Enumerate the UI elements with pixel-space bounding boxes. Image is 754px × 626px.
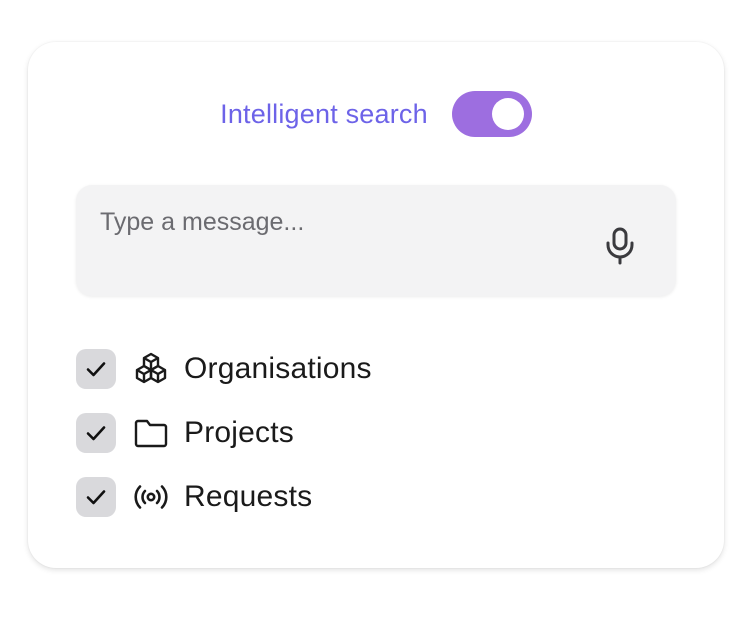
requests-checkbox[interactable] bbox=[76, 477, 116, 517]
projects-checkbox[interactable] bbox=[76, 413, 116, 453]
microphone-button[interactable] bbox=[600, 225, 640, 267]
microphone-icon bbox=[606, 227, 634, 265]
search-card: Intelligent search Type a message... Org… bbox=[28, 42, 724, 568]
requests-label: Requests bbox=[184, 480, 313, 513]
filter-list: Organisations Projects Requests bbox=[76, 349, 676, 541]
intelligent-search-row: Intelligent search bbox=[28, 90, 724, 138]
message-input[interactable] bbox=[100, 205, 580, 239]
filter-requests: Requests bbox=[76, 477, 676, 517]
message-box bbox=[76, 185, 676, 296]
check-icon bbox=[86, 490, 106, 505]
filter-projects: Projects bbox=[76, 413, 676, 453]
organisations-label: Organisations bbox=[184, 352, 372, 385]
folder-icon bbox=[132, 414, 170, 452]
toggle-knob bbox=[491, 98, 524, 130]
filter-organisations: Organisations bbox=[76, 349, 676, 389]
intelligent-search-label: Intelligent search bbox=[220, 98, 428, 129]
intelligent-search-toggle[interactable] bbox=[451, 91, 532, 137]
organisations-checkbox[interactable] bbox=[76, 349, 116, 389]
check-icon bbox=[86, 426, 106, 441]
check-icon bbox=[86, 362, 106, 377]
cubes-icon bbox=[132, 350, 170, 388]
broadcast-icon bbox=[132, 478, 170, 516]
projects-label: Projects bbox=[184, 416, 294, 449]
